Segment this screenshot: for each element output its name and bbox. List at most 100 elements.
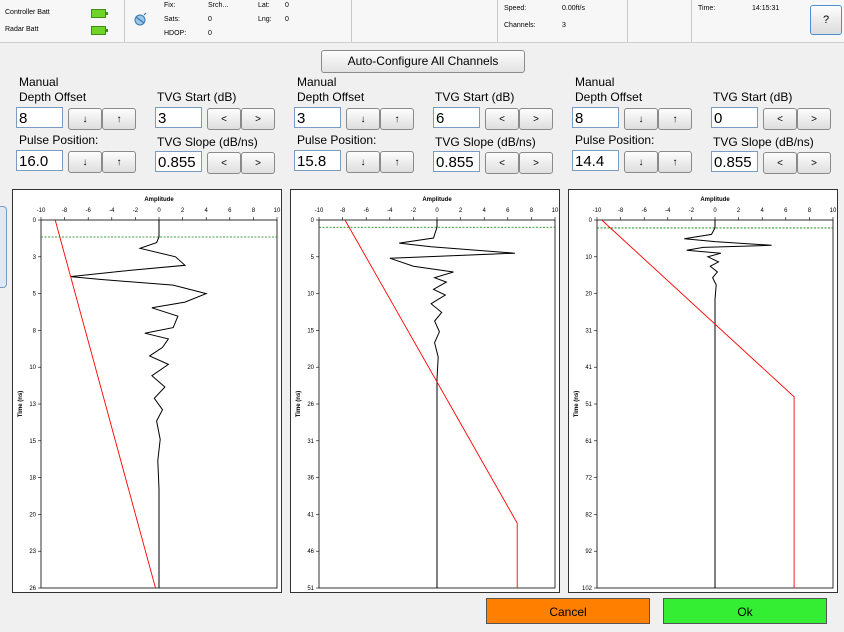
pulse-position-down-button[interactable]: ↓ [346, 151, 380, 173]
hdop-label: HDOP: [164, 30, 187, 37]
depth-offset-down-button[interactable]: ↓ [624, 108, 658, 130]
x-tick-label: 8 [252, 208, 256, 214]
lng-value: 0 [285, 16, 289, 23]
y-tick-label: 20 [29, 512, 36, 518]
y-tick-label: 23 [29, 549, 36, 555]
auto-configure-button[interactable]: Auto-Configure All Channels [321, 50, 525, 73]
depth-offset-down-button[interactable]: ↓ [68, 108, 102, 130]
y-tick-label: 72 [585, 476, 592, 482]
tvg-slope-decrease-button[interactable]: < [207, 152, 241, 174]
depth-offset-label: Depth Offset [575, 90, 643, 104]
depth-offset-label: Depth Offset [19, 90, 87, 104]
pulse-position-down-button[interactable]: ↓ [624, 151, 658, 173]
tvg-start-input[interactable]: 3 [155, 107, 202, 128]
channel-3-plot-svg: AmplitudeTime (ns)-10 -8 -6 -4 -2 0 2 4 6 8 100102… [574, 197, 837, 592]
y-tick-label: 102 [582, 586, 593, 592]
pulse-position-down-button[interactable]: ↓ [68, 151, 102, 173]
depth-offset-input[interactable]: 3 [294, 107, 341, 128]
pulse-position-up-button[interactable]: ↑ [658, 151, 692, 173]
depth-offset-input[interactable]: 8 [572, 107, 619, 128]
pulse-position-input[interactable]: 14.4 [572, 150, 619, 171]
manual-label: Manual [297, 75, 337, 89]
pulse-position-up-button[interactable]: ↑ [102, 151, 136, 173]
x-tick-label: -8 [618, 208, 624, 214]
tvg-start-input[interactable]: 6 [433, 107, 480, 128]
side-panel-tab[interactable] [0, 206, 7, 288]
x-tick-label: 2 [181, 208, 185, 214]
channel-2-plot-svg: AmplitudeTime (ns)-10 -8 -6 -4 -2 0 2 4 6 8 100510… [296, 197, 559, 592]
tvg-start-decrease-button[interactable]: < [207, 108, 241, 130]
gps-satellite-icon [134, 12, 147, 26]
x-tick-label: -4 [387, 208, 393, 214]
y-tick-label: 31 [585, 328, 592, 334]
channel-1-plot: Amplitude Time (ns) -10 -8 -6 -4 -2 0 2 4 6 8 10 0 3 5 8… [12, 189, 282, 593]
tvg-start-label: TVG Start (dB) [713, 90, 793, 104]
depth-offset-input[interactable]: 8 [16, 107, 63, 128]
tvg-slope-input[interactable]: 0.855 [433, 151, 480, 172]
x-tick-label: -2 [689, 208, 695, 214]
y-tick-label: 20 [585, 292, 592, 298]
y-tick-label: 20 [307, 365, 314, 371]
fix-value: Srch... [208, 2, 229, 9]
pulse-position-input[interactable]: 16.0 [16, 150, 63, 171]
fix-label: Fix: [164, 2, 176, 9]
tvg-slope-increase-button[interactable]: > [241, 152, 275, 174]
sats-label: Sats: [164, 16, 180, 23]
y-axis-label: Time (ns) [296, 391, 302, 418]
tvg-slope-decrease-button[interactable]: < [763, 152, 797, 174]
cancel-button[interactable]: Cancel [486, 598, 650, 624]
x-tick-label: 2 [459, 208, 463, 214]
y-tick-label: 61 [585, 439, 592, 445]
channel-2-controls: Manual Depth Offset 3 ↓ ↑ Pulse Position… [292, 74, 562, 180]
x-tick-label: 6 [784, 208, 788, 214]
y-tick-label: 18 [29, 476, 36, 482]
tvg-start-decrease-button[interactable]: < [485, 108, 519, 130]
x-tick-label: 0 [435, 208, 439, 214]
y-tick-label: 15 [29, 439, 36, 445]
x-axis-label: Amplitude [700, 197, 730, 203]
pulse-position-up-button[interactable]: ↑ [380, 151, 414, 173]
y-tick-label: 51 [585, 402, 592, 408]
tvg-curve [54, 219, 156, 589]
channel-2-plot: Amplitude Time (ns) -10 -8 -6 -4 -2 0 2 4 6 8 10 0 5 10… [290, 189, 560, 593]
tvg-start-increase-button[interactable]: > [797, 108, 831, 130]
y-tick-label: 51 [307, 586, 314, 592]
tvg-start-increase-button[interactable]: > [241, 108, 275, 130]
y-tick-label: 41 [585, 365, 592, 371]
depth-offset-up-button[interactable]: ↑ [380, 108, 414, 130]
y-tick-label: 26 [307, 402, 314, 408]
channel-3-plot: Amplitude Time (ns) -10 -8 -6 -4 -2 0 2 4 6 8 10 0 10 2… [568, 189, 838, 593]
depth-offset-up-button[interactable]: ↑ [102, 108, 136, 130]
depth-offset-up-button[interactable]: ↑ [658, 108, 692, 130]
help-button[interactable]: ? [810, 5, 842, 35]
pulse-position-input[interactable]: 15.8 [294, 150, 341, 171]
tvg-start-input[interactable]: 0 [711, 107, 758, 128]
tvg-slope-input[interactable]: 0.855 [155, 151, 202, 172]
x-tick-label: -10 [315, 208, 324, 214]
tvg-start-decrease-button[interactable]: < [763, 108, 797, 130]
depth-offset-down-button[interactable]: ↓ [346, 108, 380, 130]
x-tick-label: 0 [157, 208, 161, 214]
divider [627, 0, 628, 42]
waveform-trace [389, 220, 515, 588]
ok-button[interactable]: Ok [663, 598, 827, 624]
tvg-start-label: TVG Start (dB) [435, 90, 515, 104]
x-tick-label: 10 [552, 208, 559, 214]
tvg-start-increase-button[interactable]: > [519, 108, 553, 130]
y-tick-label: 10 [307, 292, 314, 298]
y-tick-label: 31 [307, 439, 314, 445]
x-tick-label: -2 [411, 208, 417, 214]
tvg-slope-decrease-button[interactable]: < [485, 152, 519, 174]
channels-value: 3 [562, 22, 566, 29]
tvg-slope-increase-button[interactable]: > [519, 152, 553, 174]
tvg-slope-input[interactable]: 0.855 [711, 151, 758, 172]
hdop-value: 0 [208, 30, 212, 37]
x-tick-label: -2 [133, 208, 139, 214]
y-tick-label: 26 [29, 586, 36, 592]
y-tick-label: 15 [307, 328, 314, 334]
tvg-slope-increase-button[interactable]: > [797, 152, 831, 174]
channels-label: Channels: [504, 22, 536, 29]
x-tick-label: 10 [830, 208, 837, 214]
tvg-slope-label: TVG Slope (dB/ns) [713, 135, 814, 149]
y-tick-label: 10 [29, 365, 36, 371]
